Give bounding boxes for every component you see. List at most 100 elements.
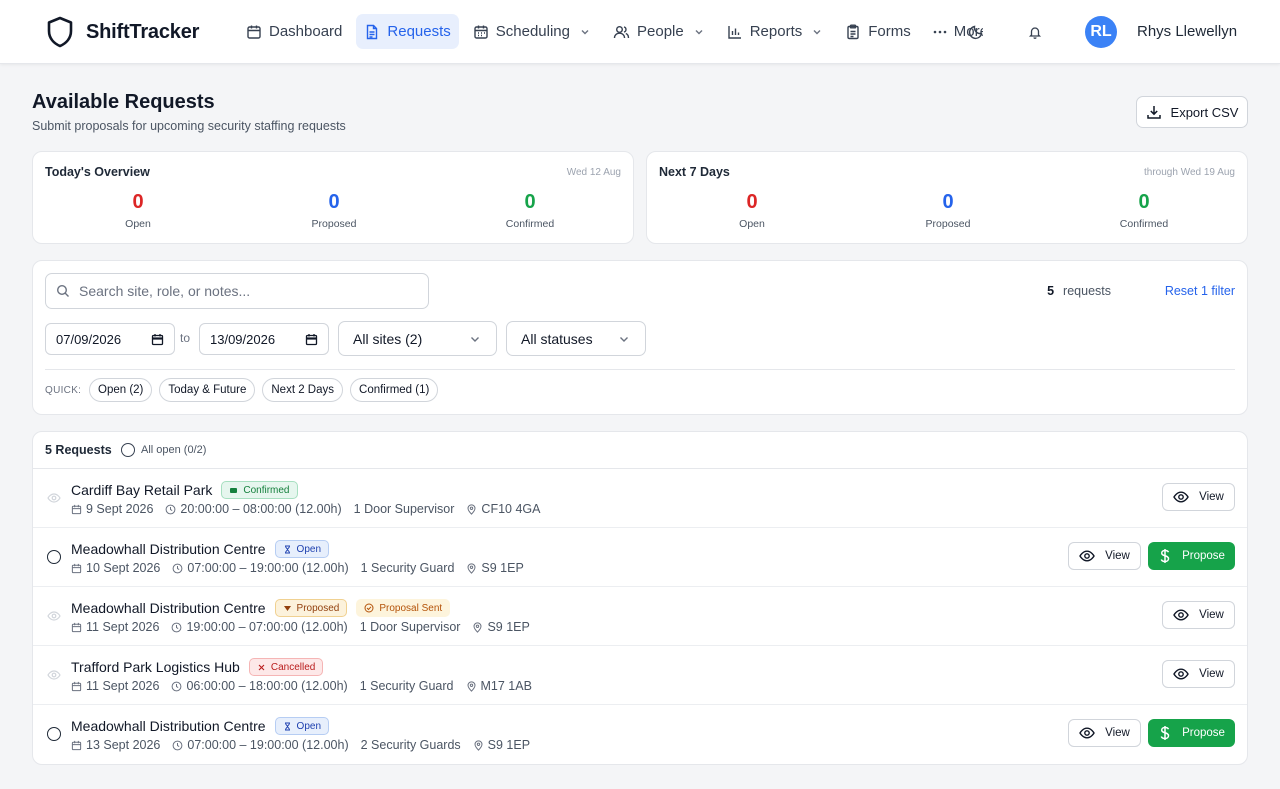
propose-button[interactable]: Propose (1148, 542, 1235, 570)
nav-people[interactable]: People (605, 14, 713, 49)
app-name: ShiftTracker (86, 20, 200, 43)
quick-filter-chips: Open (2) Today & Future Next 2 Days Conf… (89, 378, 439, 402)
nav-dashboard[interactable]: Dashboard (238, 14, 350, 49)
sites-select[interactable]: All sites (2) (338, 321, 497, 356)
bar-chart-icon (727, 24, 743, 40)
view-button[interactable]: View (1068, 542, 1141, 570)
bell-icon[interactable] (1025, 22, 1045, 42)
row-time-value: 19:00:00 – 07:00:00 (12.00h) (186, 620, 348, 634)
row-location: M17 1AB (466, 679, 532, 693)
calendar-icon[interactable] (305, 333, 318, 346)
stat-label: Open (739, 218, 765, 230)
reset-filter-link[interactable]: Reset 1 filter (1165, 284, 1235, 298)
nav-scheduling[interactable]: Scheduling (465, 14, 599, 49)
row-time-value: 07:00:00 – 19:00:00 (12.00h) (187, 738, 349, 752)
row-role: 1 Security Guard (360, 561, 455, 575)
stat-proposed: 0 Proposed (274, 190, 394, 230)
nav-reports[interactable]: Reports (719, 14, 832, 49)
status-select[interactable]: All statuses (506, 321, 646, 356)
row-postcode: M17 1AB (480, 679, 532, 693)
request-row: Meadowhall Distribution Centre Open 13 S… (33, 705, 1247, 764)
row-title: Meadowhall Distribution Centre Open (71, 540, 330, 558)
row-select-radio[interactable] (47, 727, 61, 741)
row-postcode: S9 1EP (481, 561, 524, 575)
row-time: 07:00:00 – 19:00:00 (12.00h) (172, 738, 349, 752)
row-date: 11 Sept 2026 (71, 620, 159, 634)
page-subtitle: Submit proposals for upcoming security s… (32, 119, 346, 133)
row-location: S9 1EP (473, 738, 530, 752)
row-date: 9 Sept 2026 (71, 502, 153, 516)
row-time-value: 06:00:00 – 18:00:00 (12.00h) (186, 679, 348, 693)
row-select-radio[interactable] (47, 550, 61, 564)
select-all-label[interactable]: All open (0/2) (141, 444, 206, 456)
view-button[interactable]: View (1162, 660, 1235, 688)
eye-off-icon (47, 668, 61, 682)
stat-value: 0 (1138, 191, 1150, 213)
view-button[interactable]: View (1162, 601, 1235, 629)
date-to-input[interactable]: 13/09/2026 (199, 323, 329, 355)
propose-button-label: Propose (1182, 550, 1225, 562)
status-badge-label: Confirmed (243, 484, 290, 496)
chip-today-future[interactable]: Today & Future (159, 378, 256, 402)
card-title: Next 7 Days (659, 165, 730, 179)
search-input[interactable] (79, 283, 409, 299)
top-navigation-bar: ShiftTracker Dashboard Requests Scheduli… (0, 0, 1280, 64)
row-date-value: 10 Sept 2026 (86, 561, 161, 575)
list-title: 5 Requests (45, 443, 112, 457)
clock-icon (171, 622, 182, 633)
view-button[interactable]: View (1162, 483, 1235, 511)
moon-icon[interactable] (966, 22, 986, 42)
chip-confirmed[interactable]: Confirmed (1) (350, 378, 439, 402)
row-title: Cardiff Bay Retail Park Confirmed (71, 481, 298, 499)
request-row: Meadowhall Distribution Centre Proposed … (33, 587, 1247, 646)
brand[interactable]: ShiftTracker (46, 16, 199, 48)
row-role: 1 Door Supervisor (359, 620, 461, 634)
more-icon (933, 25, 947, 39)
stat-label: Confirmed (505, 218, 555, 230)
row-role: 1 Security Guard (359, 679, 454, 693)
status-badge-label: Open (296, 543, 322, 555)
stat-label: Proposed (311, 218, 357, 230)
row-time: 20:00:00 – 08:00:00 (12.00h) (165, 502, 342, 516)
row-meta: 9 Sept 2026 20:00:00 – 08:00:00 (12.00h)… (71, 502, 540, 516)
badge-check-icon (229, 486, 238, 495)
row-time-value: 07:00:00 – 19:00:00 (12.00h) (187, 561, 349, 575)
calendar-icon (71, 563, 82, 574)
card-date: Wed 12 Aug (566, 167, 621, 178)
view-button[interactable]: View (1068, 719, 1141, 747)
proposal-sent-label: Proposal Sent (379, 602, 443, 614)
eye-off-icon (47, 491, 61, 505)
request-row: Meadowhall Distribution Centre Open 10 S… (33, 528, 1247, 587)
user-name[interactable]: Rhys Llewellyn (1137, 23, 1237, 40)
calendar-icon (71, 622, 82, 633)
next-7-days-card: Next 7 Days through Wed 19 Aug 0 Open 0 … (646, 151, 1248, 244)
list-header: 5 Requests All open (0/2) (33, 432, 1247, 469)
row-meta: 11 Sept 2026 19:00:00 – 07:00:00 (12.00h… (71, 620, 530, 634)
row-date-value: 11 Sept 2026 (86, 679, 160, 693)
request-count-label: requests (1063, 284, 1111, 298)
calendar-icon (71, 681, 82, 692)
eye-icon (1173, 607, 1189, 623)
export-csv-button[interactable]: Export CSV (1136, 96, 1248, 128)
nav-forms[interactable]: Forms (837, 14, 919, 49)
chip-open[interactable]: Open (2) (89, 378, 153, 402)
row-postcode: S9 1EP (487, 620, 530, 634)
chip-next-2-days[interactable]: Next 2 Days (262, 378, 344, 402)
calendar-icon (246, 24, 262, 40)
date-from-input[interactable]: 07/09/2026 (45, 323, 175, 355)
select-all-radio[interactable] (121, 443, 135, 457)
map-pin-icon (466, 562, 477, 574)
row-date-value: 9 Sept 2026 (86, 502, 154, 516)
site-name: Trafford Park Logistics Hub (71, 659, 240, 675)
calendar-icon[interactable] (151, 333, 164, 346)
eye-off-icon (47, 609, 61, 623)
nav-requests[interactable]: Requests (356, 14, 459, 49)
status-badge-label: Cancelled (270, 661, 316, 673)
row-role: 1 Door Supervisor (353, 502, 455, 516)
row-time-value: 20:00:00 – 08:00:00 (12.00h) (180, 502, 342, 516)
status-badge: Cancelled (248, 658, 324, 676)
row-date-value: 13 Sept 2026 (86, 738, 161, 752)
propose-button[interactable]: Propose (1148, 719, 1235, 747)
avatar[interactable]: RL (1085, 16, 1117, 48)
row-postcode: S9 1EP (487, 738, 531, 752)
